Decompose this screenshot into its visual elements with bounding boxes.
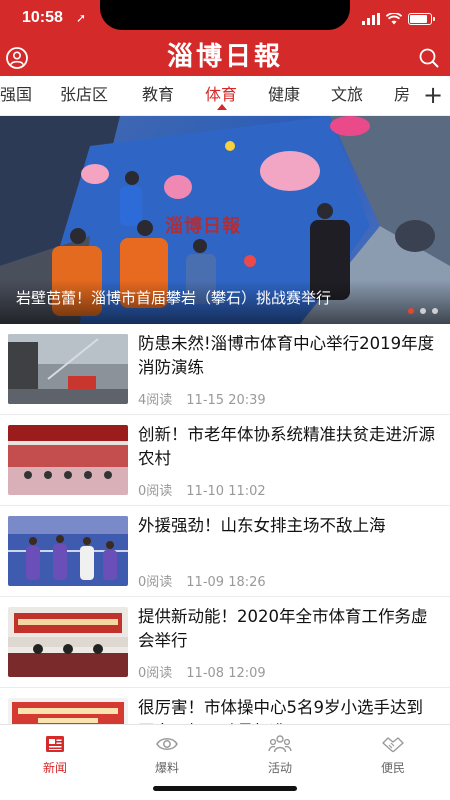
- banner-dot[interactable]: [408, 308, 414, 314]
- tab-sports[interactable]: 体育: [205, 76, 237, 115]
- wifi-icon: [386, 13, 402, 25]
- news-meta: 0阅读 11-10 11:02: [138, 480, 266, 499]
- banner-title: 岩壁芭蕾！淄博市首届攀岩（攀石）挑战赛举行: [16, 289, 332, 307]
- tab-housing[interactable]: 房: [394, 76, 410, 115]
- tab-culture-tourism[interactable]: 文旅: [331, 76, 363, 115]
- nav-label: 便民: [380, 761, 405, 775]
- nav-label: 新闻: [42, 761, 67, 775]
- featured-banner[interactable]: 淄博日報 岩壁芭蕾！淄博市首届攀岩（攀石）挑战赛举行: [0, 116, 450, 324]
- news-item[interactable]: 创新！市老年体协系统精准扶贫走进沂源农村 0阅读 11-10 11:02: [0, 415, 450, 506]
- status-bar: 10:58 ➚: [0, 0, 450, 40]
- home-indicator: [153, 786, 297, 791]
- category-tabs: 强国 张店区 教育 体育 健康 文旅 房 +: [0, 76, 450, 116]
- news-title: 防患未然!淄博市体育中心举行2019年度消防演练: [138, 334, 435, 377]
- nav-services[interactable]: 便民: [353, 733, 433, 779]
- active-tab-indicator: [217, 104, 227, 110]
- handshake-icon: [382, 737, 404, 753]
- eye-icon: [156, 738, 178, 750]
- news-item[interactable]: 提供新动能！2020年全市体育工作务虚会举行 0阅读 11-08 12:09: [0, 597, 450, 688]
- people-icon: [268, 735, 292, 753]
- newspaper-icon: [46, 736, 64, 752]
- news-reads: 4阅读: [138, 393, 173, 408]
- battery-icon: [408, 13, 435, 25]
- add-tab-button[interactable]: +: [416, 76, 450, 115]
- tab-education[interactable]: 教育: [142, 76, 174, 115]
- news-thumbnail: [8, 607, 128, 677]
- device-notch: [100, 0, 350, 30]
- brand-logo: 淄博日報: [166, 42, 283, 72]
- news-meta: 4阅读 11-15 20:39: [138, 389, 266, 408]
- news-title: 提供新动能！2020年全市体育工作务虚会举行: [138, 607, 428, 650]
- news-time: 11-10 11:02: [186, 484, 266, 499]
- news-time: 11-08 12:09: [186, 666, 266, 681]
- brand-bar: 淄博日報: [0, 38, 450, 76]
- search-icon: [419, 48, 439, 68]
- news-thumbnail: [8, 334, 128, 404]
- status-time: 10:58: [22, 9, 63, 26]
- nav-tipoff[interactable]: 爆料: [127, 733, 207, 779]
- tab-health[interactable]: 健康: [268, 76, 300, 115]
- news-thumbnail: [8, 425, 128, 495]
- banner-watermark: 淄博日報: [165, 216, 241, 237]
- news-item[interactable]: 防患未然!淄博市体育中心举行2019年度消防演练 4阅读 11-15 20:39: [0, 324, 450, 415]
- news-title: 创新！市老年体协系统精准扶贫走进沂源农村: [138, 425, 435, 468]
- tab-zhangdian[interactable]: 张店区: [60, 76, 108, 115]
- nav-news[interactable]: 新闻: [15, 733, 95, 779]
- banner-pagination: [408, 308, 438, 314]
- nav-events[interactable]: 活动: [240, 733, 320, 779]
- news-thumbnail: [8, 516, 128, 586]
- news-meta: 0阅读 11-09 18:26: [138, 571, 266, 590]
- news-reads: 0阅读: [138, 575, 173, 590]
- banner-dot[interactable]: [432, 308, 438, 314]
- news-title: 外援强劲！山东女排主场不敌上海: [138, 516, 386, 535]
- news-time: 11-15 20:39: [186, 393, 266, 408]
- news-title: 很厉害！市体操中心5名9岁小选手达到国家一级运动员标准: [138, 698, 423, 724]
- news-list: 防患未然!淄博市体育中心举行2019年度消防演练 4阅读 11-15 20:39 …: [0, 324, 450, 724]
- news-reads: 0阅读: [138, 484, 173, 499]
- tab-qiangguo[interactable]: 强国: [0, 76, 32, 115]
- news-item[interactable]: 外援强劲！山东女排主场不敌上海 0阅读 11-09 18:26: [0, 506, 450, 597]
- nav-label: 活动: [267, 761, 292, 775]
- news-thumbnail: [8, 698, 128, 724]
- search-button[interactable]: [416, 45, 442, 71]
- nav-label: 爆料: [154, 761, 179, 775]
- status-icons: [362, 12, 435, 26]
- news-time: 11-09 18:26: [186, 575, 266, 590]
- signal-icon: [362, 13, 380, 25]
- app-header: 10:58 ➚ 淄博日報: [0, 0, 450, 76]
- location-icon: ➚: [76, 11, 87, 25]
- news-reads: 0阅读: [138, 666, 173, 681]
- news-item[interactable]: 很厉害！市体操中心5名9岁小选手达到国家一级运动员标准: [0, 688, 450, 724]
- banner-dot[interactable]: [420, 308, 426, 314]
- news-meta: 0阅读 11-08 12:09: [138, 662, 266, 681]
